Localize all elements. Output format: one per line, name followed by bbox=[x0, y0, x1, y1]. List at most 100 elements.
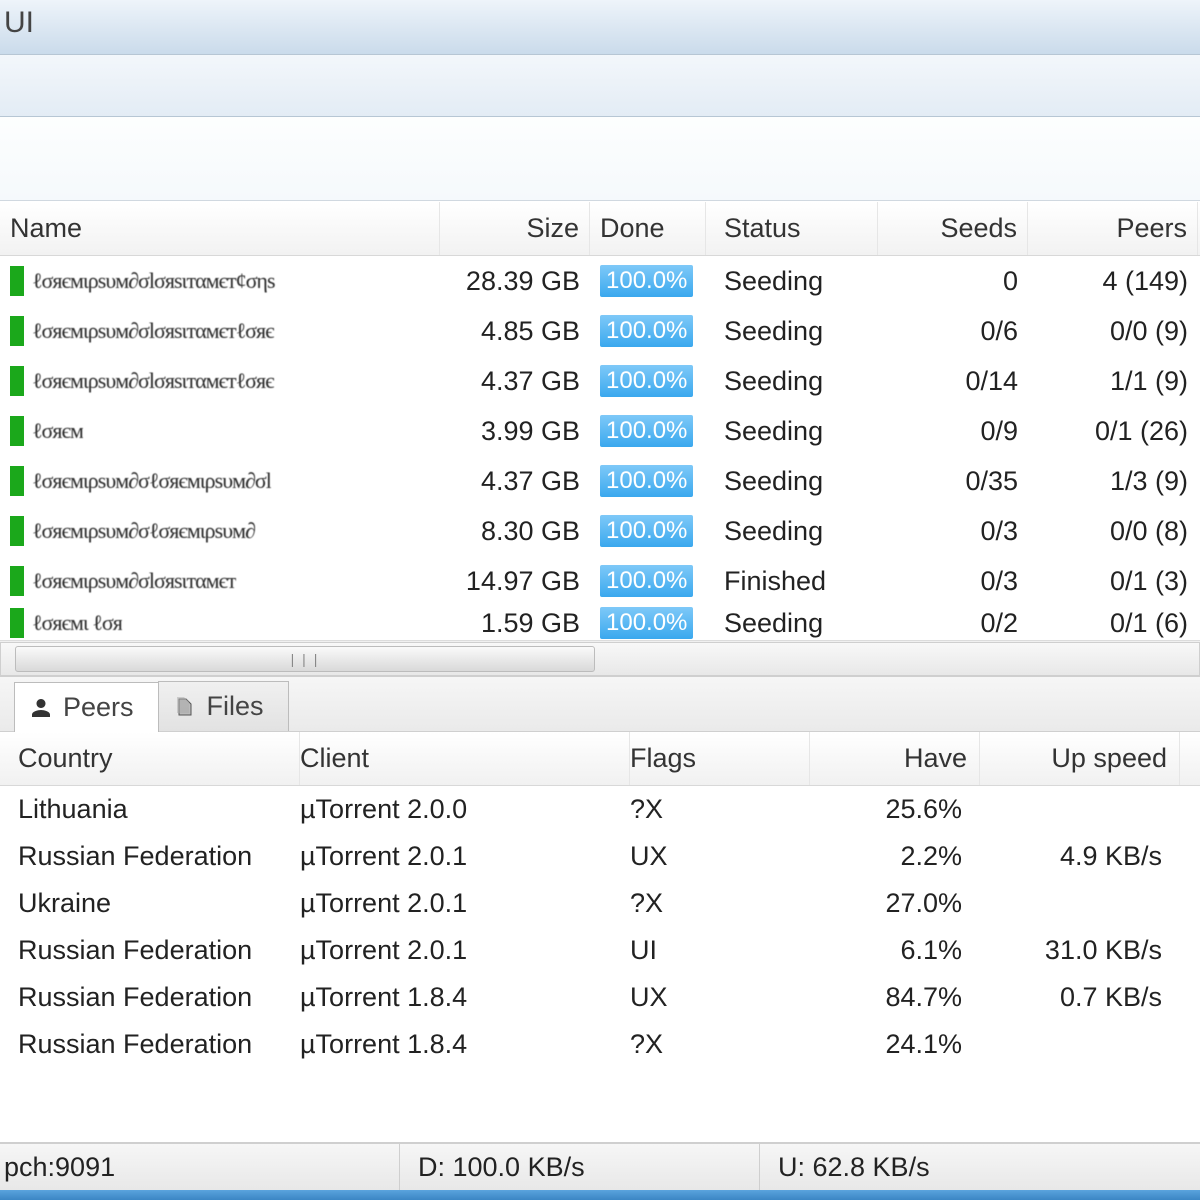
peer-upspeed: 4.9 KB/s bbox=[980, 841, 1180, 872]
torrent-peers: 0/1 (26) bbox=[1028, 406, 1198, 456]
done-badge: 100.0% bbox=[600, 565, 693, 597]
peer-row[interactable]: Russian FederationµTorrent 2.0.1UX2.2%4.… bbox=[0, 833, 1200, 880]
torrent-row[interactable]: ℓσяємιρѕυм∂σℓσяємιρѕυм∂σl 4.37 GB 100.0% Se… bbox=[0, 456, 1200, 506]
peer-flags: UX bbox=[630, 982, 810, 1013]
done-badge: 100.0% bbox=[600, 515, 693, 547]
peer-flags: UX bbox=[630, 841, 810, 872]
peer-client: µTorrent 1.8.4 bbox=[300, 1029, 630, 1060]
peer-row[interactable]: Russian FederationµTorrent 2.0.1UI6.1%31… bbox=[0, 927, 1200, 974]
torrent-name-obscured: ℓσяємιρѕυм∂σlσяѕιтαмєтℓσяє bbox=[32, 368, 274, 394]
peer-flags: UI bbox=[630, 935, 810, 966]
peer-client: µTorrent 2.0.1 bbox=[300, 888, 630, 919]
torrent-status: Seeding bbox=[706, 356, 878, 406]
peer-upspeed: 0.7 KB/s bbox=[980, 982, 1180, 1013]
pcol-country[interactable]: Country bbox=[0, 732, 300, 785]
col-status[interactable]: Status bbox=[706, 202, 878, 255]
torrent-name-obscured: ℓσяємι ℓσя bbox=[32, 610, 122, 636]
peer-row[interactable]: Russian FederationµTorrent 1.8.4UX84.7%0… bbox=[0, 974, 1200, 1021]
col-name[interactable]: Name bbox=[0, 202, 440, 255]
torrent-name-obscured: ℓσяємιρѕυм∂σlσяѕιтαмєт bbox=[32, 568, 236, 594]
torrent-size: 8.30 GB bbox=[440, 506, 590, 556]
torrent-row[interactable]: ℓσяємι ℓσя1.59 GB100.0%Seeding0/20/1 (6) bbox=[0, 606, 1200, 640]
peer-have: 84.7% bbox=[810, 982, 980, 1013]
peer-row[interactable]: LithuaniaµTorrent 2.0.0?X25.6% bbox=[0, 786, 1200, 833]
detail-tabs: Peers Files bbox=[0, 676, 1200, 732]
torrent-peers: 0/1 (3) bbox=[1028, 556, 1198, 606]
torrent-size: 4.37 GB bbox=[440, 456, 590, 506]
peer-upspeed: 31.0 KB/s bbox=[980, 935, 1180, 966]
peer-flags: ?X bbox=[630, 794, 810, 825]
peer-country: Lithuania bbox=[0, 794, 300, 825]
peer-country: Russian Federation bbox=[0, 841, 300, 872]
torrent-seeds: 0/3 bbox=[878, 506, 1028, 556]
torrent-status: Seeding bbox=[706, 456, 878, 506]
scrollbar-track[interactable]: | | | bbox=[0, 642, 1200, 676]
torrent-seeds: 0/14 bbox=[878, 356, 1028, 406]
torrent-name-cell: ℓσяємι ℓσя bbox=[0, 606, 440, 640]
files-icon bbox=[173, 695, 197, 719]
pcol-up[interactable]: Up speed bbox=[980, 732, 1180, 785]
done-badge: 100.0% bbox=[600, 315, 693, 347]
torrent-size: 3.99 GB bbox=[440, 406, 590, 456]
status-down: D: 100.0 KB/s bbox=[400, 1144, 760, 1190]
peer-country: Ukraine bbox=[0, 888, 300, 919]
pcol-client[interactable]: Client bbox=[300, 732, 630, 785]
done-badge: 100.0% bbox=[600, 265, 693, 297]
torrent-size: 1.59 GB bbox=[440, 606, 590, 640]
peers-table: Country Client Flags Have Up speed Lithu… bbox=[0, 732, 1200, 1142]
titlebar[interactable]: UI bbox=[0, 0, 1200, 55]
pcol-have[interactable]: Have bbox=[810, 732, 980, 785]
torrent-row[interactable]: ℓσяємιρѕυм∂σlσяѕιтαмєтℓσяє4.85 GB100.0%S… bbox=[0, 306, 1200, 356]
torrent-size: 4.37 GB bbox=[440, 356, 590, 406]
col-done[interactable]: Done bbox=[590, 202, 706, 255]
torrent-name-cell: ℓσяємιρѕυм∂σlσяѕιтαмєтℓσяє bbox=[0, 356, 440, 406]
torrent-name-cell: ℓσяємιρѕυм∂σℓσяємιρѕυм∂σl bbox=[0, 456, 440, 506]
torrent-seeds: 0/3 bbox=[878, 556, 1028, 606]
done-badge: 100.0% bbox=[600, 415, 693, 447]
peer-have: 24.1% bbox=[810, 1029, 980, 1060]
peer-row[interactable]: UkraineµTorrent 2.0.1?X27.0% bbox=[0, 880, 1200, 927]
seeding-icon bbox=[10, 416, 24, 446]
peer-client: µTorrent 2.0.1 bbox=[300, 935, 630, 966]
torrent-peers: 0/1 (6) bbox=[1028, 606, 1198, 640]
col-peers[interactable]: Peers bbox=[1028, 202, 1198, 255]
col-size[interactable]: Size bbox=[440, 202, 590, 255]
seeding-icon bbox=[10, 516, 24, 546]
torrent-name-obscured: ℓσяємιρѕυм∂σℓσяємιρѕυм∂σl bbox=[32, 468, 271, 494]
done-badge: 100.0% bbox=[600, 465, 693, 497]
torrent-size: 14.97 GB bbox=[440, 556, 590, 606]
torrent-done: 100.0% bbox=[590, 306, 706, 356]
torrent-name-obscured: ℓσяємιρѕυм∂σℓσяємιρѕυм∂ bbox=[32, 518, 255, 544]
col-seeds[interactable]: Seeds bbox=[878, 202, 1028, 255]
tab-peers[interactable]: Peers bbox=[14, 682, 159, 732]
peer-country: Russian Federation bbox=[0, 982, 300, 1013]
torrents-hscrollbar[interactable]: | | | bbox=[0, 640, 1200, 676]
status-up: U: 62.8 KB/s bbox=[760, 1144, 1200, 1190]
peer-client: µTorrent 1.8.4 bbox=[300, 982, 630, 1013]
torrent-seeds: 0/35 bbox=[878, 456, 1028, 506]
window-accent bbox=[0, 1190, 1200, 1200]
app-window: UI Name Size Done Status Seeds Peers ℓσя… bbox=[0, 0, 1200, 1200]
torrent-row[interactable]: ℓσяємιρѕυм∂σℓσяємιρѕυм∂8.30 GB100.0%Seed… bbox=[0, 506, 1200, 556]
toolbar bbox=[0, 55, 1200, 117]
seeding-icon bbox=[10, 266, 24, 296]
torrent-done: 100.0% bbox=[590, 356, 706, 406]
tab-files-label: Files bbox=[207, 691, 264, 722]
seeding-icon bbox=[10, 316, 24, 346]
peer-country: Russian Federation bbox=[0, 1029, 300, 1060]
torrent-size: 28.39 GB bbox=[440, 256, 590, 306]
torrent-row[interactable]: ℓσяємιρѕυм∂σlσяѕιтαмєтℓσяє 4.37 GB100.0%S… bbox=[0, 356, 1200, 406]
torrent-name-cell: ℓσяєм bbox=[0, 406, 440, 456]
peer-row[interactable]: Russian FederationµTorrent 1.8.4?X24.1% bbox=[0, 1021, 1200, 1068]
torrent-row[interactable]: ℓσяємιρѕυм∂σlσяѕιтαмєт 14.97 GB 100.0% Fini… bbox=[0, 556, 1200, 606]
seeding-icon bbox=[10, 608, 24, 638]
torrent-peers: 1/3 (9) bbox=[1028, 456, 1198, 506]
torrent-status: Finished bbox=[706, 556, 878, 606]
torrent-status: Seeding bbox=[706, 406, 878, 456]
torrent-seeds: 0/6 bbox=[878, 306, 1028, 356]
scrollbar-thumb[interactable]: | | | bbox=[15, 646, 595, 672]
tab-files[interactable]: Files bbox=[158, 681, 289, 731]
torrent-row[interactable]: ℓσяємιρѕυм∂σlσяѕιтαмєт¢σηѕ28.39 GB100.0%… bbox=[0, 256, 1200, 306]
pcol-flags[interactable]: Flags bbox=[630, 732, 810, 785]
torrent-row[interactable]: ℓσяєм3.99 GB100.0%Seeding0/90/1 (26) bbox=[0, 406, 1200, 456]
